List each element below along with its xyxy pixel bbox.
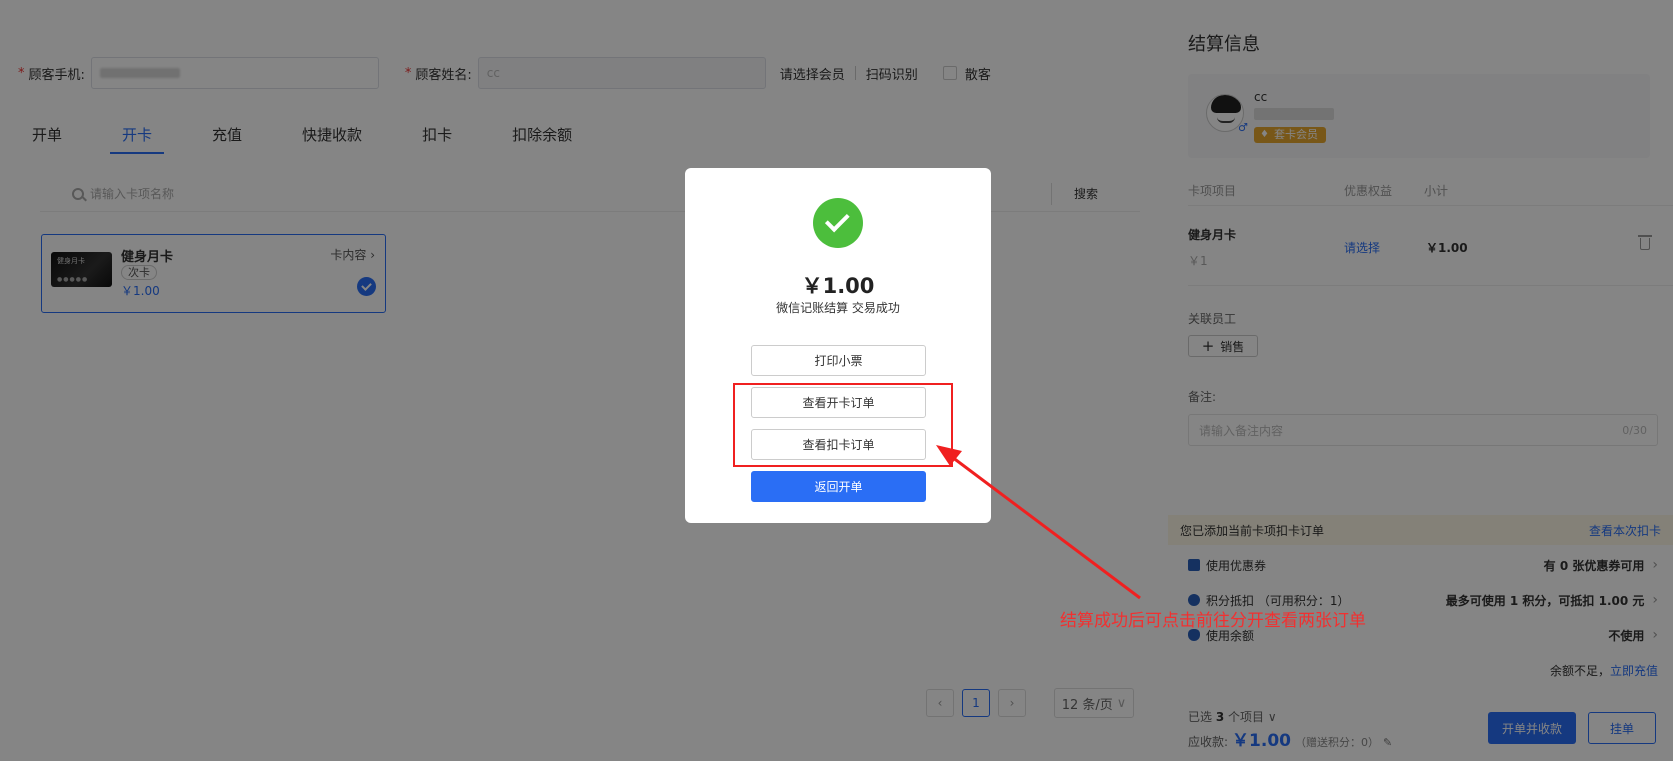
payment-success-dialog: ￥1.00 微信记账结算 交易成功 打印小票 查看开卡订单 查看扣卡订单 返回开… <box>685 168 991 523</box>
paid-amount: ￥1.00 <box>801 274 875 298</box>
payment-message: 微信记账结算 交易成功 <box>776 301 900 315</box>
annotation-highlight-box <box>733 383 953 467</box>
print-receipt-button[interactable]: 打印小票 <box>751 345 926 376</box>
annotation-text: 结算成功后可点击前往分开查看两张订单 <box>1060 611 1366 631</box>
success-check-icon <box>813 198 863 248</box>
return-to-order-button[interactable]: 返回开单 <box>751 471 926 502</box>
